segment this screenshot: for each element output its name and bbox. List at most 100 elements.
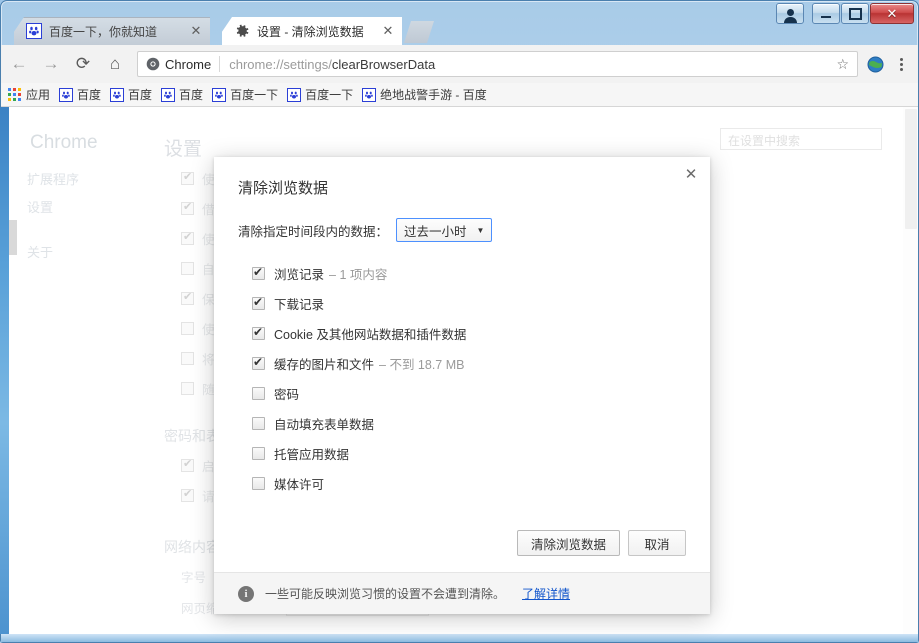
checkbox-media-licenses[interactable]: [252, 476, 265, 490]
data-type-label: 缓存的图片和文件: [274, 357, 375, 372]
tab-settings[interactable]: 设置 - 清除浏览数据 ✕: [222, 17, 402, 45]
paw-glyph: [164, 91, 172, 98]
gear-glyph: [236, 24, 249, 37]
section-web-content: 网络内容: [164, 539, 220, 555]
row-label: 借: [202, 203, 215, 217]
tab-baidu[interactable]: 百度一下，你就知道 ✕: [14, 17, 210, 45]
learn-more-link[interactable]: 了解详情: [522, 585, 570, 602]
tab-close-icon[interactable]: ✕: [188, 23, 204, 39]
sidebar-item-settings[interactable]: 设置: [27, 197, 53, 216]
settings-row[interactable]: 将: [181, 349, 215, 368]
new-tab-button[interactable]: [404, 21, 434, 43]
data-type-row[interactable]: 媒体许可: [252, 468, 686, 498]
settings-row[interactable]: 使: [181, 169, 215, 188]
chrome-logo-icon: [146, 57, 160, 71]
dialog-close-icon[interactable]: ✕: [681, 165, 701, 185]
clear-data-button[interactable]: 清除浏览数据: [516, 530, 620, 556]
bookmark-item[interactable]: 绝地战警手游 - 百度: [362, 86, 487, 103]
back-button[interactable]: ←: [5, 50, 33, 78]
page-scrollbar[interactable]: [903, 107, 918, 634]
settings-row[interactable]: 借: [181, 199, 215, 218]
clear-browsing-data-dialog: ✕ 清除浏览数据 清除指定时间段内的数据： 过去一小时 ▼ 浏览记录 – 1 项…: [214, 157, 710, 614]
omnibox-divider: [219, 56, 221, 72]
checkbox-icon[interactable]: [181, 322, 194, 335]
bookmark-label: 百度: [128, 88, 153, 102]
settings-row[interactable]: 使: [181, 319, 215, 338]
checkbox-cached-images[interactable]: [252, 354, 265, 370]
tab-close-icon[interactable]: ✕: [380, 23, 396, 39]
checkbox-icon[interactable]: [181, 290, 194, 305]
bookmark-star-icon[interactable]: ☆: [836, 56, 849, 73]
menu-dot: [899, 57, 903, 61]
time-range-select[interactable]: 过去一小时 ▼: [396, 218, 493, 242]
baidu-paw-icon: [110, 87, 125, 102]
tab-title: 百度一下，你就知道: [49, 24, 158, 39]
checkbox-browsing-history[interactable]: [252, 264, 265, 280]
chrome-menu-button[interactable]: [888, 50, 914, 78]
checkbox-icon[interactable]: [181, 230, 194, 245]
checkbox-icon[interactable]: [181, 170, 194, 185]
row-label: 使: [202, 233, 215, 247]
bookmark-label: 百度: [179, 88, 204, 102]
paw-glyph: [215, 91, 223, 98]
baidu-paw-icon: [212, 87, 227, 102]
chrome-label: Chrome: [165, 56, 212, 72]
bookmark-item[interactable]: 百度: [59, 86, 101, 103]
checkbox-icon[interactable]: [181, 200, 194, 215]
settings-search-input[interactable]: 在设置中搜索: [720, 128, 882, 150]
checkbox-icon[interactable]: [181, 487, 194, 502]
paw-glyph: [365, 91, 373, 98]
bookmark-item[interactable]: 百度一下: [287, 86, 353, 103]
baidu-paw-icon: [287, 87, 302, 102]
reload-button[interactable]: ⟳: [69, 50, 97, 78]
forward-button[interactable]: →: [37, 50, 65, 78]
sidebar-item-about[interactable]: 关于: [27, 242, 53, 261]
data-type-label: Cookie 及其他网站数据和插件数据: [274, 327, 467, 342]
globe-extension-icon[interactable]: [864, 53, 886, 75]
window-left-edge-thumb: [9, 220, 17, 255]
address-bar[interactable]: Chrome chrome://settings/clearBrowserDat…: [137, 51, 858, 77]
data-type-row[interactable]: 缓存的图片和文件 – 不到 18.7 MB: [252, 348, 686, 378]
checkbox-passwords[interactable]: [252, 386, 265, 400]
dialog-actions: 清除浏览数据 取消: [214, 516, 710, 572]
settings-row[interactable]: 随: [181, 379, 215, 398]
data-type-label: 浏览记录: [274, 267, 325, 282]
checkbox-icon[interactable]: [181, 262, 194, 275]
data-type-row[interactable]: 下载记录: [252, 288, 686, 318]
checkbox-cookies[interactable]: [252, 324, 265, 340]
checkbox-icon[interactable]: [181, 352, 194, 365]
bookmark-apps[interactable]: 应用: [8, 86, 50, 103]
checkbox-hosted-app-data[interactable]: [252, 446, 265, 460]
row-label: 自: [202, 263, 215, 277]
scrollbar-thumb[interactable]: [905, 109, 917, 229]
cancel-button[interactable]: 取消: [628, 530, 686, 556]
checkbox-autofill[interactable]: [252, 416, 265, 430]
sidebar-item-extensions[interactable]: 扩展程序: [27, 169, 79, 188]
row-label: 将: [202, 353, 215, 367]
checkbox-download-history[interactable]: [252, 294, 265, 310]
settings-row[interactable]: 自: [181, 259, 215, 278]
checkbox-icon[interactable]: [181, 457, 194, 472]
paw-glyph: [29, 26, 39, 36]
url-suffix: clearBrowserData: [331, 56, 436, 72]
tab-title: 设置 - 清除浏览数据: [257, 24, 364, 39]
bookmark-item[interactable]: 百度: [110, 86, 152, 103]
page-title: 设置: [164, 139, 203, 160]
time-range-value: 过去一小时: [404, 224, 467, 239]
settings-row[interactable]: 保: [181, 289, 215, 308]
data-type-row[interactable]: 自动填充表单数据: [252, 408, 686, 438]
settings-row[interactable]: 请: [181, 486, 215, 505]
data-type-row[interactable]: 密码: [252, 378, 686, 408]
data-type-row[interactable]: Cookie 及其他网站数据和插件数据: [252, 318, 686, 348]
settings-row[interactable]: 启: [181, 456, 215, 475]
bookmark-item[interactable]: 百度: [161, 86, 203, 103]
paw-glyph: [62, 91, 70, 98]
settings-row[interactable]: 使: [181, 229, 215, 248]
data-type-row[interactable]: 托管应用数据: [252, 438, 686, 468]
home-button[interactable]: ⌂: [101, 50, 129, 78]
label-font-size: 字号: [181, 571, 207, 585]
checkbox-icon[interactable]: [181, 382, 194, 395]
data-type-row[interactable]: 浏览记录 – 1 项内容: [252, 258, 686, 288]
bookmark-item[interactable]: 百度一下: [212, 86, 278, 103]
browser-toolbar: ← → ⟳ ⌂ Chrome chrome://settings/clearBr…: [1, 45, 918, 84]
